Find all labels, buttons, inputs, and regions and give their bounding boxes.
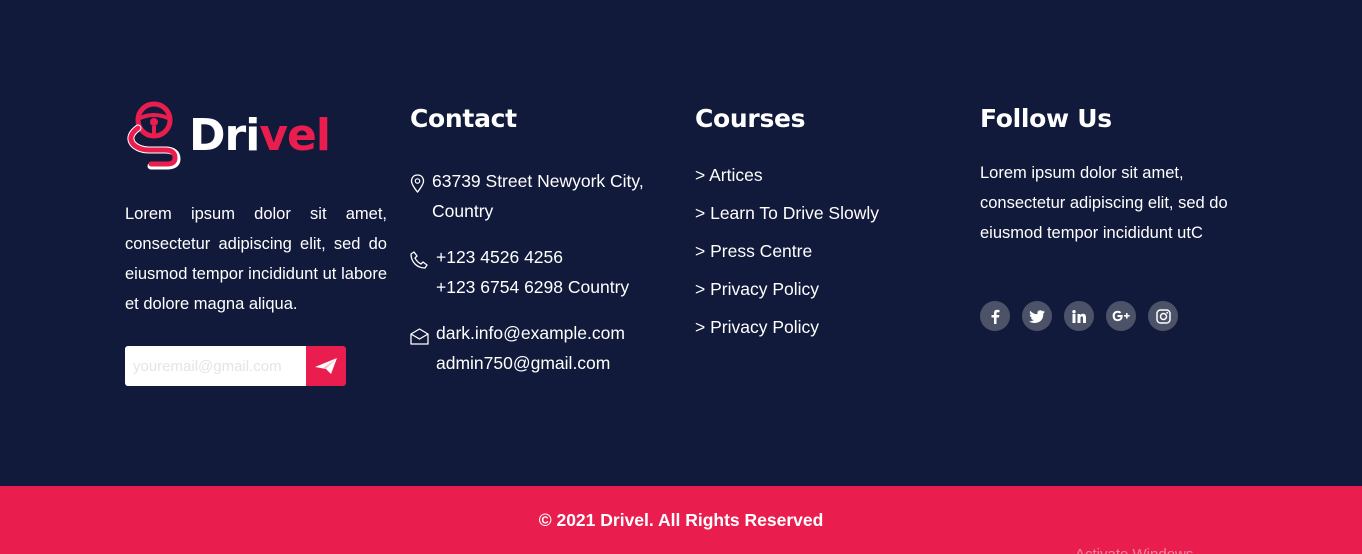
newsletter-email-input[interactable] bbox=[125, 346, 306, 386]
course-link-artices[interactable]: > Artices bbox=[695, 165, 763, 186]
brand-description: Lorem ipsum dolor sit amet, consectetur … bbox=[125, 205, 387, 313]
course-link-press-centre[interactable]: > Press Centre bbox=[695, 241, 812, 262]
paper-plane-icon bbox=[315, 358, 337, 374]
logo[interactable]: Drivel bbox=[125, 100, 331, 170]
contact-address: 63739 Street Newyork City, Country bbox=[410, 166, 644, 226]
address-line-1: 63739 Street Newyork City, bbox=[432, 171, 644, 191]
social-links bbox=[980, 301, 1178, 331]
email-address-2[interactable]: admin750@gmail.com bbox=[436, 348, 625, 378]
course-link-privacy-policy[interactable]: > Privacy Policy bbox=[695, 279, 819, 300]
logo-text-prefix: Dri bbox=[189, 109, 260, 161]
contact-heading: Contact bbox=[410, 104, 517, 133]
linkedin-icon[interactable] bbox=[1064, 301, 1094, 331]
address-line-2: Country bbox=[432, 201, 494, 221]
phone-number-2[interactable]: +123 6754 6298 Country bbox=[436, 272, 629, 302]
envelope-icon bbox=[410, 318, 436, 378]
email-address-1[interactable]: dark.info@example.com bbox=[436, 318, 625, 348]
footer-bottom-bar: © 2021 Drivel. All Rights Reserved Activ… bbox=[0, 486, 1362, 554]
follow-description: Lorem ipsum dolor sit amet, consectetur … bbox=[980, 164, 1228, 242]
activate-windows-watermark: Activate Windows bbox=[1075, 546, 1193, 554]
logo-text: Drivel bbox=[189, 109, 331, 161]
copyright-text: © 2021 Drivel. All Rights Reserved bbox=[538, 510, 824, 530]
newsletter-send-button[interactable] bbox=[306, 346, 346, 386]
contact-phone: +123 4526 4256 +123 6754 6298 Country bbox=[410, 242, 629, 302]
course-link-learn-to-drive[interactable]: > Learn To Drive Slowly bbox=[695, 203, 879, 224]
courses-heading: Courses bbox=[695, 104, 806, 133]
contact-email: dark.info@example.com admin750@gmail.com bbox=[410, 318, 625, 378]
map-pin-icon bbox=[410, 166, 432, 226]
steering-wheel-logo-icon bbox=[127, 101, 181, 170]
logo-text-accent: vel bbox=[259, 109, 331, 161]
google-plus-icon[interactable] bbox=[1106, 301, 1136, 331]
twitter-icon[interactable] bbox=[1022, 301, 1052, 331]
phone-number-1[interactable]: +123 4526 4256 bbox=[436, 242, 629, 272]
facebook-icon[interactable] bbox=[980, 301, 1010, 331]
newsletter-form bbox=[125, 346, 346, 386]
footer-main: Drivel Lorem ipsum dolor sit amet, conse… bbox=[0, 0, 1362, 486]
course-link-privacy-policy-2[interactable]: > Privacy Policy bbox=[695, 317, 819, 338]
follow-heading: Follow Us bbox=[980, 104, 1112, 133]
instagram-icon[interactable] bbox=[1148, 301, 1178, 331]
phone-icon bbox=[410, 242, 436, 302]
